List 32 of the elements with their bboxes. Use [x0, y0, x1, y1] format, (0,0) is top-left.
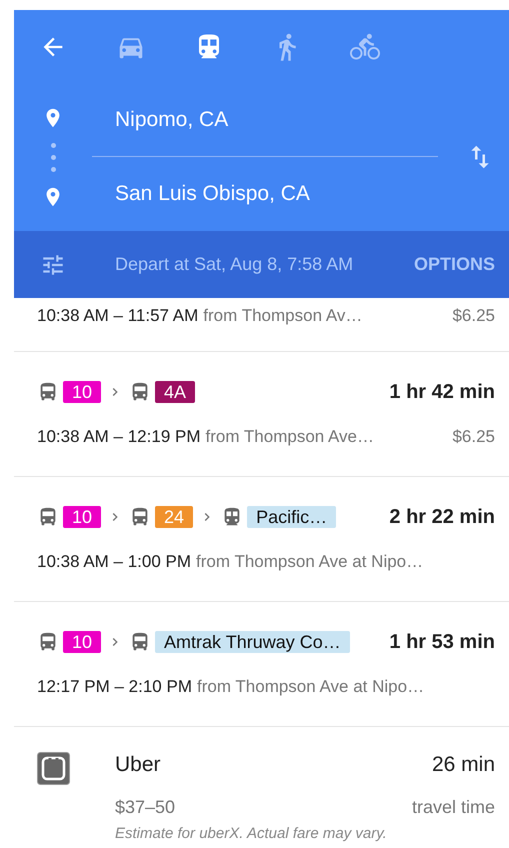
ride-name-text: Uber [115, 752, 161, 778]
route-times-text: 12:17 PM – 2:10 PM [37, 676, 192, 698]
route-badge: 10 [63, 381, 102, 403]
departure-stop-text: from Thompson Ave at Nipo… [196, 551, 424, 574]
duration-text: 2 hr 22 min [389, 505, 495, 530]
route-times-text: 10:38 AM – 12:19 PM [37, 426, 200, 448]
departure-stop-text: from Thompson Ave… [206, 426, 374, 448]
uber-logo-icon [37, 752, 70, 785]
travel-time-label: travel time [412, 796, 495, 818]
ride-price-text: $37–50 [115, 796, 176, 818]
fare-text: $6.25 [452, 426, 495, 448]
route-badge: Amtrak Thruway Co… [155, 631, 350, 653]
route-badge: 10 [63, 631, 102, 653]
depart-time-text[interactable]: Depart at Sat, Aug 8, 7:58 AM [92, 251, 414, 278]
route-badge: Pacific… [247, 506, 336, 528]
fare-note-text: Estimate for uberX. Actual fare may vary. [115, 824, 388, 844]
route-times-text: 10:38 AM – 11:57 AM [37, 304, 198, 327]
origin-field[interactable]: Nipomo, CA [115, 104, 228, 136]
duration-text: 1 hr 42 min [389, 380, 495, 405]
ride-time-text: 26 min [432, 752, 495, 778]
departure-stop-text: from Thompson Ave at Nipo… [196, 676, 424, 698]
route-dots-icon [50, 142, 56, 172]
route-badge: 10 [63, 506, 102, 528]
route-times-text: 10:38 AM – 1:00 PM [37, 551, 192, 574]
route-badge: 4A [155, 381, 196, 403]
fare-text: $6.25 [452, 304, 495, 327]
route-badge: 24 [155, 506, 194, 528]
destination-field[interactable]: San Luis Obispo, CA [115, 178, 310, 210]
options-button[interactable]: OPTIONS [414, 251, 509, 278]
bike-icon [350, 32, 380, 62]
duration-text: 1 hr 53 min [389, 630, 495, 655]
departure-stop-text: from Thompson Av… [203, 304, 362, 327]
